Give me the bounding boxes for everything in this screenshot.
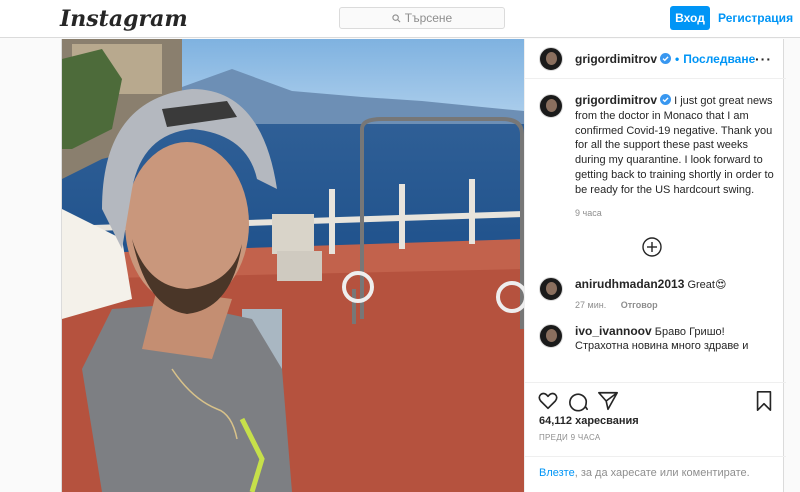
signup-link[interactable]: Регистрация [718,6,793,30]
login-link[interactable]: Влезте [539,467,575,479]
comment-icon[interactable] [567,390,589,412]
comment-text-continued: Страхотна новина много здраве и [575,339,749,352]
comment-item: anirudhmadan2013 Great😍 27 мин. Отговор [539,276,776,310]
commenter-avatar[interactable] [539,323,563,348]
post-timestamp: ПРЕДИ 9 ЧАСА [539,433,601,442]
share-icon[interactable] [597,390,619,412]
verified-icon [660,94,672,105]
follow-button-dot: • [675,51,680,66]
bookmark-icon[interactable] [753,390,775,412]
search-icon [392,13,401,22]
follow-button[interactable]: Последване [683,52,755,66]
caption-block: grigordimitrov I just got great news fro… [539,93,776,198]
instagram-logo[interactable]: Instagram [60,6,188,32]
post-header: grigordimitrov • Последване ··· [525,39,786,79]
post-sidebar: grigordimitrov • Последване ··· grigordi… [524,39,786,492]
likes-count[interactable]: 64,112 харесвания [539,415,639,427]
login-button[interactable]: Вход [670,6,710,30]
comment-text: Great😍 [687,278,727,291]
login-prompt: Влезте, за да харесате или коментирате. [525,456,786,492]
post-card: grigordimitrov • Последване ··· grigordi… [61,39,786,492]
caption-avatar[interactable] [539,94,563,118]
caption-text: I just got great news from the doctor in… [575,95,774,196]
comment-text-line: anirudhmadan2013 Great😍 [575,277,726,292]
verified-icon [660,53,672,64]
more-options-icon[interactable]: ··· [755,51,772,67]
search-box[interactable]: Търсене [339,7,505,29]
comment-meta: 27 мин. Отговор [575,300,726,310]
caption-username[interactable]: grigordimitrov [575,93,657,107]
commenter-avatar[interactable] [539,276,563,301]
plus-circle-icon[interactable] [641,236,663,258]
author-avatar[interactable] [539,46,563,71]
search-placeholder: Търсене [404,11,453,25]
heart-icon[interactable] [537,390,559,412]
caption-timestamp: 9 часа [575,207,602,218]
comments-section: grigordimitrov I just got great news fro… [525,79,786,382]
commenter-username[interactable]: anirudhmadan2013 [575,277,684,291]
post-actions [525,382,786,418]
login-prompt-text: , за да харесате или коментирате. [574,467,750,479]
author-username[interactable]: grigordimitrov [575,52,657,66]
comment-time: 27 мин. [575,299,607,310]
post-photo[interactable] [62,39,524,492]
commenter-username[interactable]: ivo_ivannoov [575,324,652,338]
top-navigation-bar: Instagram Търсене Вход Регистрация [0,0,800,38]
caption-text-block: grigordimitrov I just got great news fro… [575,93,776,198]
comment-item: ivo_ivannoov Браво Гришо! Страхотна нови… [539,323,776,353]
comment-text-line: ivo_ivannoov Браво Гришо! [575,324,748,339]
photo-scene [62,39,524,492]
comment-text: Браво Гришо! [654,325,725,338]
reply-button[interactable]: Отговор [621,300,658,310]
